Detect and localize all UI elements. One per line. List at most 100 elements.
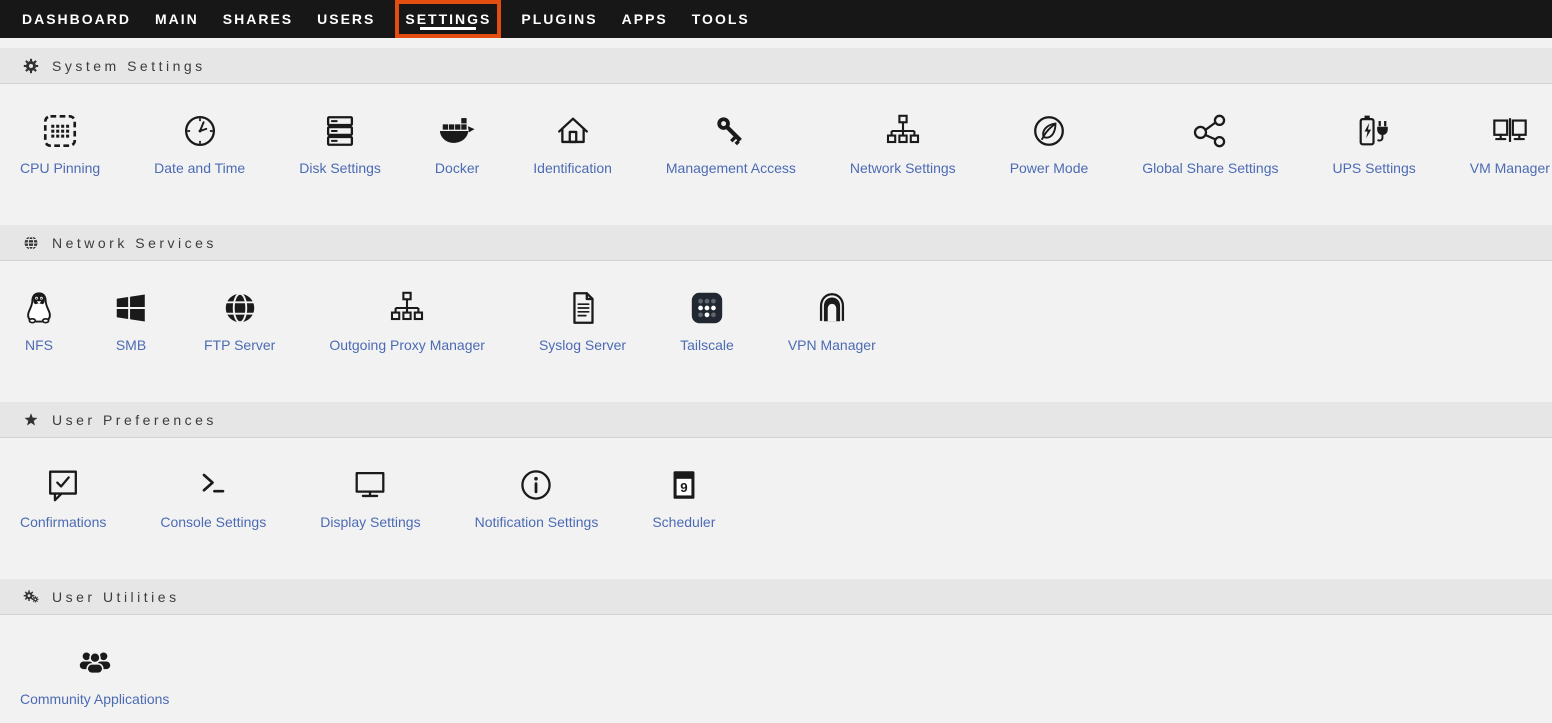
setting-item-label: Tailscale [680, 337, 734, 353]
setting-item-label: Date and Time [154, 160, 245, 176]
sitemap-icon [388, 289, 426, 327]
tux-penguin-icon [20, 289, 58, 327]
setting-item-label: Syslog Server [539, 337, 626, 353]
setting-item-label: UPS Settings [1332, 160, 1415, 176]
setting-global-share-settings[interactable]: Global Share Settings [1142, 112, 1278, 176]
setting-confirmations[interactable]: Confirmations [20, 466, 106, 530]
setting-item-label: Global Share Settings [1142, 160, 1278, 176]
nav-item-users[interactable]: USERS [315, 0, 377, 38]
setting-disk-settings[interactable]: Disk Settings [299, 112, 381, 176]
setting-identification[interactable]: Identification [533, 112, 612, 176]
setting-item-label: VM Manager [1470, 160, 1550, 176]
setting-cpu-pinning[interactable]: CPU Pinning [20, 112, 100, 176]
setting-item-label: Disk Settings [299, 160, 381, 176]
setting-notification-settings[interactable]: Notification Settings [475, 466, 599, 530]
setting-item-label: Confirmations [20, 514, 106, 530]
setting-item-label: Community Applications [20, 691, 169, 707]
setting-docker[interactable]: Docker [435, 112, 479, 176]
setting-display-settings[interactable]: Display Settings [320, 466, 420, 530]
nav-item-settings[interactable]: SETTINGS [395, 0, 501, 38]
calendar-icon: 9 [665, 466, 703, 504]
monitor-icon [351, 466, 389, 504]
terminal-icon [194, 466, 232, 504]
nav-item-plugins[interactable]: PLUGINS [519, 0, 599, 38]
section-user-preferences: User Preferences Confirmations Console S… [0, 402, 1552, 579]
setting-management-access[interactable]: Management Access [666, 112, 796, 176]
setting-console-settings[interactable]: Console Settings [160, 466, 266, 530]
battery-plug-icon [1355, 112, 1393, 150]
section-title: User Preferences [52, 412, 217, 428]
vpn-hood-icon [813, 289, 851, 327]
tailscale-icon [688, 289, 726, 327]
setting-item-label: NFS [25, 337, 53, 353]
log-file-icon [564, 289, 602, 327]
setting-scheduler[interactable]: 9 Scheduler [652, 466, 715, 530]
setting-item-label: Power Mode [1010, 160, 1089, 176]
section-user-utilities: User Utilities Community Applications [0, 579, 1552, 723]
server-stack-icon [321, 112, 359, 150]
star-icon [22, 411, 40, 429]
top-navbar: DASHBOARD MAIN SHARES USERS SETTINGS PLU… [0, 0, 1552, 38]
setting-item-label: Outgoing Proxy Manager [329, 337, 485, 353]
setting-syslog-server[interactable]: Syslog Server [539, 289, 626, 353]
section-content: Community Applications [0, 615, 1552, 723]
setting-vpn-manager[interactable]: VPN Manager [788, 289, 876, 353]
section-content: Confirmations Console Settings Display S… [0, 438, 1552, 579]
check-bubble-icon [44, 466, 82, 504]
nav-gap [0, 38, 1552, 48]
nav-item-dashboard[interactable]: DASHBOARD [20, 0, 133, 38]
section-header: User Preferences [0, 402, 1552, 438]
globe-solid-icon [221, 289, 259, 327]
users-group-icon [76, 643, 114, 681]
gears-icon [22, 588, 40, 606]
setting-item-label: Console Settings [160, 514, 266, 530]
clock-icon [181, 112, 219, 150]
share-nodes-icon [1191, 112, 1229, 150]
setting-tailscale[interactable]: Tailscale [680, 289, 734, 353]
setting-item-label: CPU Pinning [20, 160, 100, 176]
section-header: System Settings [0, 48, 1552, 84]
windows-icon [112, 289, 150, 327]
setting-item-label: SMB [116, 337, 146, 353]
section-title: System Settings [52, 58, 206, 74]
setting-network-settings[interactable]: Network Settings [850, 112, 956, 176]
setting-power-mode[interactable]: Power Mode [1010, 112, 1089, 176]
nav-item-tools[interactable]: TOOLS [690, 0, 752, 38]
setting-date-and-time[interactable]: Date and Time [154, 112, 245, 176]
setting-item-label: FTP Server [204, 337, 275, 353]
setting-smb[interactable]: SMB [112, 289, 150, 353]
setting-item-label: VPN Manager [788, 337, 876, 353]
home-icon [554, 112, 592, 150]
section-title: Network Services [52, 235, 217, 251]
nav-item-main[interactable]: MAIN [153, 0, 201, 38]
key-icon [712, 112, 750, 150]
nav-item-shares[interactable]: SHARES [221, 0, 295, 38]
section-content: NFS SMB FTP Server Outgoing Proxy Manage… [0, 261, 1552, 402]
section-content: CPU Pinning Date and Time Disk Settings … [0, 84, 1552, 225]
setting-item-label: Notification Settings [475, 514, 599, 530]
setting-community-applications[interactable]: Community Applications [20, 643, 169, 707]
section-system-settings: System Settings CPU Pinning Date and Tim… [0, 48, 1552, 225]
dual-monitor-icon [1491, 112, 1529, 150]
setting-vm-manager[interactable]: VM Manager [1470, 112, 1550, 176]
setting-ftp-server[interactable]: FTP Server [204, 289, 275, 353]
section-header: User Utilities [0, 579, 1552, 615]
section-header: Network Services [0, 225, 1552, 261]
info-circle-icon [517, 466, 555, 504]
gear-icon [22, 57, 40, 75]
svg-text:9: 9 [680, 480, 687, 495]
sitemap-icon [884, 112, 922, 150]
cpu-pinning-icon [41, 112, 79, 150]
globe-icon [22, 234, 40, 252]
setting-item-label: Management Access [666, 160, 796, 176]
leaf-circle-icon [1030, 112, 1068, 150]
docker-whale-icon [438, 112, 476, 150]
setting-item-label: Docker [435, 160, 479, 176]
setting-item-label: Identification [533, 160, 612, 176]
nav-item-apps[interactable]: APPS [620, 0, 670, 38]
setting-nfs[interactable]: NFS [20, 289, 58, 353]
setting-outgoing-proxy-manager[interactable]: Outgoing Proxy Manager [329, 289, 485, 353]
setting-item-label: Display Settings [320, 514, 420, 530]
setting-ups-settings[interactable]: UPS Settings [1332, 112, 1415, 176]
setting-item-label: Scheduler [652, 514, 715, 530]
